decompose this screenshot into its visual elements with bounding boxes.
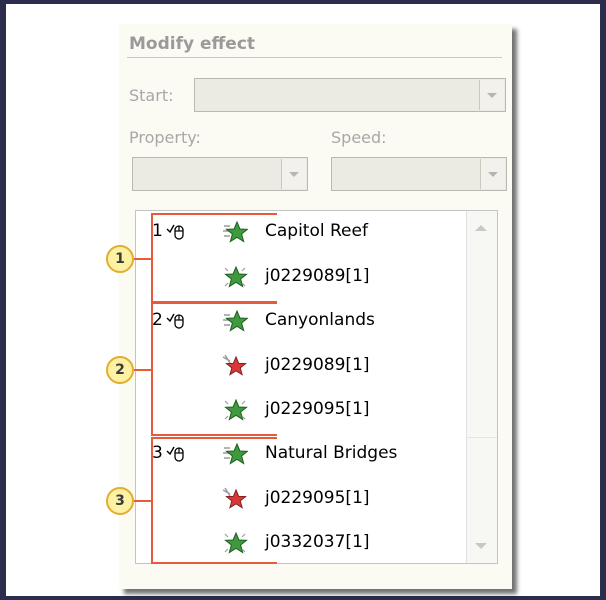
scroll-up-icon[interactable] bbox=[475, 225, 487, 231]
group-highlight-2 bbox=[151, 302, 277, 436]
effect-target-name: j0229089[1] bbox=[265, 266, 370, 286]
property-label: Property: bbox=[129, 128, 201, 147]
screenshot-canvas: Modify effect Start: Property: Speed: 1 C… bbox=[6, 4, 600, 596]
chevron-down-icon[interactable] bbox=[479, 80, 504, 110]
callout-badge-2: 2 bbox=[106, 356, 134, 384]
speed-label: Speed: bbox=[331, 128, 387, 147]
effect-target-name: Capitol Reef bbox=[265, 221, 368, 241]
callout-badge-1: 1 bbox=[106, 245, 134, 273]
effect-target-name: Canyonlands bbox=[265, 310, 375, 330]
section-title: Modify effect bbox=[129, 34, 256, 54]
scroll-down-icon[interactable] bbox=[475, 543, 487, 549]
effect-target-name: j0229095[1] bbox=[265, 488, 370, 508]
scrollbar[interactable] bbox=[466, 211, 497, 563]
effect-target-name: j0332037[1] bbox=[265, 532, 370, 552]
chevron-down-icon[interactable] bbox=[281, 159, 306, 189]
effect-target-name: Natural Bridges bbox=[265, 443, 398, 463]
speed-dropdown[interactable] bbox=[331, 157, 507, 191]
callout-connector bbox=[134, 369, 151, 371]
callout-badge-3: 3 bbox=[106, 487, 134, 515]
callout-connector bbox=[134, 500, 151, 502]
start-label: Start: bbox=[129, 86, 174, 105]
chevron-down-icon[interactable] bbox=[480, 159, 505, 189]
group-highlight-3 bbox=[151, 437, 277, 564]
start-dropdown[interactable] bbox=[194, 78, 506, 112]
section-divider bbox=[127, 57, 502, 58]
effect-target-name: j0229089[1] bbox=[265, 355, 370, 375]
property-dropdown[interactable] bbox=[132, 157, 308, 191]
effect-target-name: j0229095[1] bbox=[265, 399, 370, 419]
callout-connector bbox=[134, 258, 151, 260]
group-highlight-1 bbox=[151, 213, 277, 303]
scrollbar-line bbox=[467, 437, 497, 438]
